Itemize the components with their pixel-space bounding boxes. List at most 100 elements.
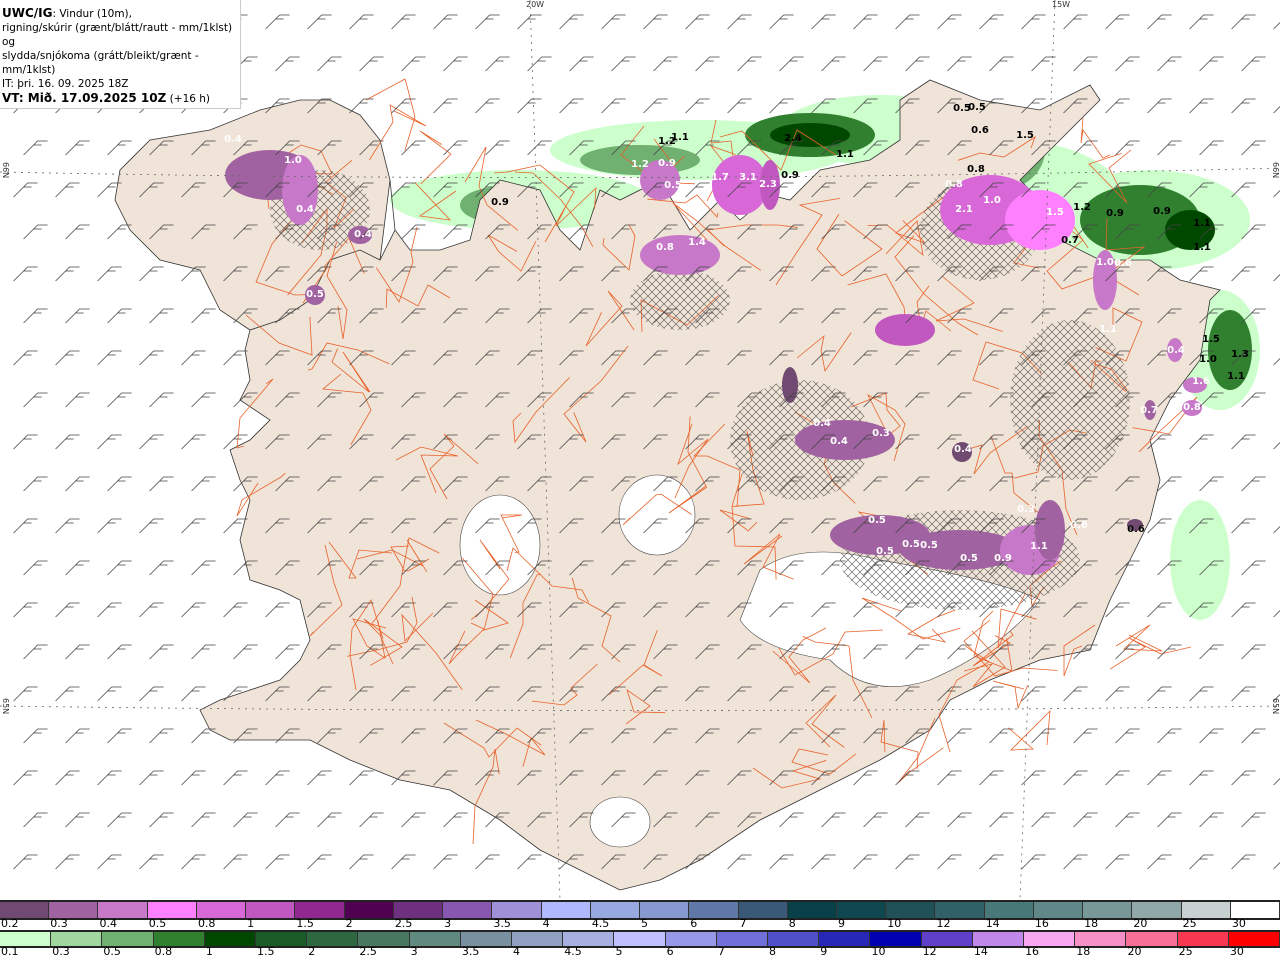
rain-legend-swatch [1126,932,1178,946]
rain-legend-swatch [51,932,103,946]
rain-value-label: 1.5 [1202,334,1220,345]
snow-legend-swatch [196,902,247,918]
snow-legend-label: 0.2 [1,917,19,930]
rain-legend-swatch [563,932,615,946]
snow-legend-label: 10 [887,917,902,930]
snow-value-label: 1.0 [1096,257,1114,268]
snow-legend-label: 12 [936,917,951,930]
snow-value-label: 1.5 [1046,207,1064,218]
snow-value-label: 0.4 [296,204,314,215]
snow-legend-label: 1.5 [296,917,314,930]
weather-map[interactable]: 0.4 1.0 0.4 0.4 0.5 1.2 0.9 0.5 0.8 1.4 1.7 3.12.3 0… [0,0,1280,900]
snow-value-label: 0.5 [876,546,894,557]
rain-legend-swatch [870,932,922,946]
snow-value-label: 0.5 [306,289,324,300]
glacier-hofsjokull [618,474,696,556]
rain-legend-label: 14 [973,945,988,958]
rain-area [1170,500,1230,620]
snow-value-label: 0.3 [872,428,890,439]
lat-label-65n-left: 65N [1,698,10,715]
snow-value-label: 1.0 [983,195,1001,206]
snow-value-label: 2.3 [759,179,777,190]
snow-legend-label: 14 [985,917,1000,930]
lat-label-66n-right: 66N [1271,162,1280,179]
snow-legend-swatch [738,902,788,918]
rain-value-label: 0.9 [1153,206,1171,217]
snow-area [640,235,720,275]
snow-legend-label: 2.5 [394,917,413,930]
lon-label-15w: 15W [1052,0,1071,9]
snow-legend-swatch [935,902,985,918]
snow-value-label: 0.9 [994,553,1012,564]
snow-value-label: 0.4 [354,229,372,240]
snow-value-label: 0.5 [902,539,920,550]
rain-legend-label: 2.5 [359,945,377,958]
snow-legend-swatch [984,902,1034,918]
snow-legend-swatch [1181,902,1231,918]
rain-legend-label: 25 [1178,945,1193,958]
snow-value-label: 0.4 [954,444,972,455]
snow-value-label: 0.5 [868,515,886,526]
rain-legend-swatch [819,932,871,946]
snow-value-label: 0.7 [1140,405,1158,416]
rain-value-label: 0.6 [1127,524,1145,535]
rain-legend-swatch [1228,932,1280,946]
snow-legend-label: 5 [641,917,649,930]
snow-legend-swatch [246,902,296,918]
rain-legend-label: 10 [871,945,886,958]
rain-area [770,123,850,147]
snow-value-label: 0.6 [1070,520,1088,531]
snow-legend-swatch [1132,902,1182,918]
rain-legend-label: 18 [1076,945,1091,958]
lead-time: (+16 h) [169,93,211,105]
snow-value-label: 0.5 [960,553,978,564]
rain-value-label: 1.5 [1016,130,1034,141]
snow-legend-swatch [393,902,444,918]
snow-legend-swatch [1230,902,1280,918]
model-name: UWC/IG [2,6,53,20]
glacier-langjokull [459,494,541,596]
snow-value-label: 1.6 [1192,376,1210,387]
snow-value-label: 0.5 [920,540,938,551]
rain-legend-label: 0.5 [103,945,121,958]
rain-value-label: 1.1 [671,132,689,143]
snow-legend-label: 9 [837,917,845,930]
snow-value-label: 0.8 [656,242,674,253]
rain-legend-swatch [1177,932,1229,946]
snow-legend-label: 25 [1182,917,1197,930]
rain-value-label: 1.0 [1199,354,1217,365]
rain-legend-label: 7 [717,945,725,958]
snow-legend-swatch [836,902,887,918]
rain-legend-swatch [1024,932,1076,946]
rain-legend-label: 0.1 [1,945,19,958]
rain-value-label: 2.4 [784,133,802,144]
snow-value-label: 1.2 [631,159,649,170]
snow-legend-label: 20 [1133,917,1148,930]
title-line-2: rigning/skúrir (grænt/blátt/rautt - mm/1… [2,22,233,48]
snow-legend-label: 3 [444,917,452,930]
init-time: IT: þri. 16. 09. 2025 18Z [2,78,129,90]
rain-legend-swatch [512,932,564,946]
rain-legend-swatch [1075,932,1127,946]
rain-legend-label: 4.5 [564,945,582,958]
snow-legend-label: 18 [1084,917,1099,930]
snow-legend-label: 30 [1231,917,1246,930]
snow-area [782,367,798,403]
lon-label-20w: 20W [526,0,545,9]
rain-legend-swatch [716,932,769,946]
snow-value-label: 1.4 [688,237,706,248]
lat-label-65n-right: 65N [1271,698,1280,715]
rain-value-label: 1.1 [1193,218,1211,229]
rain-value-label: 1.3 [1231,349,1249,360]
snow-value-label: 0.6 [1114,258,1132,269]
snow-legend-swatch [492,902,542,918]
rain-legend-label: 9 [820,945,828,958]
snow-value-label: 0.4 [224,134,242,145]
snow-legend-swatch [295,902,345,918]
rain-legend-swatch [460,932,513,946]
rain-legend-label: 4 [513,945,521,958]
rain-value-label: 0.8 [967,164,985,175]
rain-value-label: 1.1 [1193,242,1211,253]
rain-value-label: 0.9 [781,170,799,181]
snow-value-label: 0.4 [813,418,831,429]
